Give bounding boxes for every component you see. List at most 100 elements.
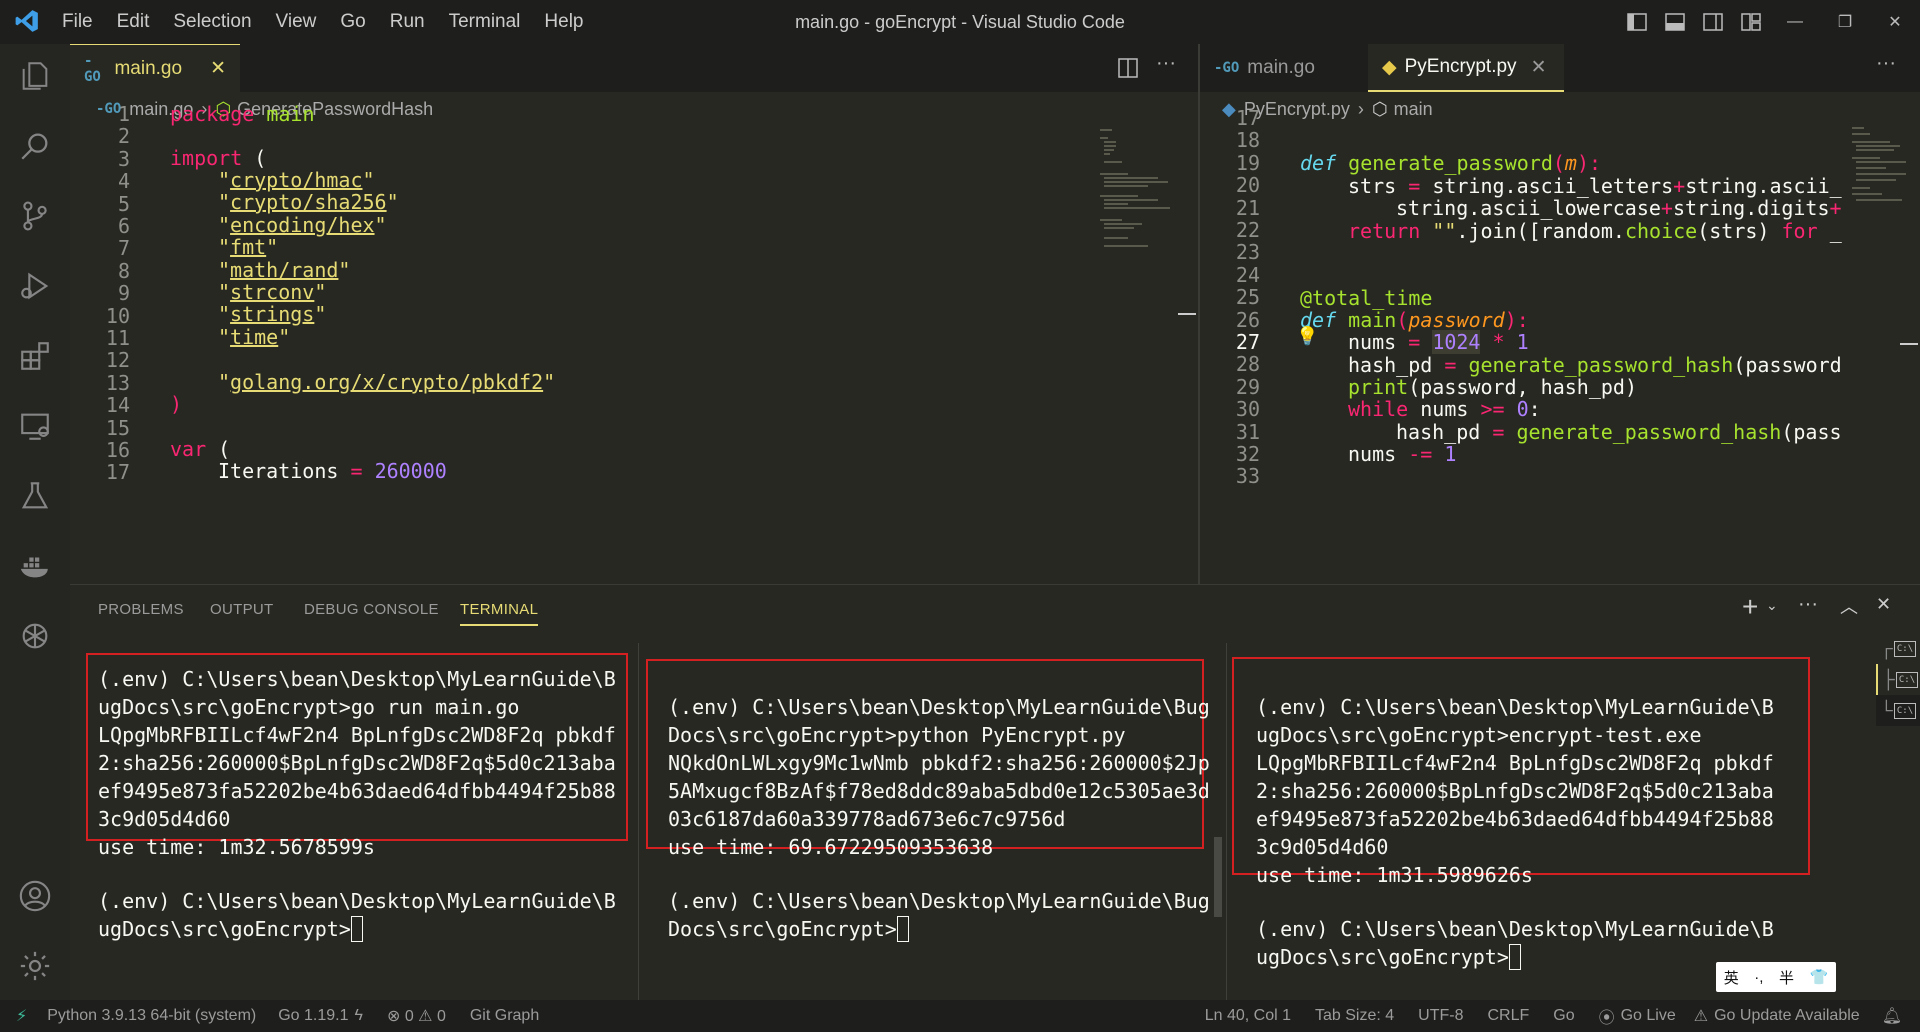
line-number: 32	[1235, 442, 1260, 466]
line-number: 22	[1235, 218, 1260, 242]
settings-gear-icon[interactable]	[0, 936, 70, 996]
remote-explorer-icon[interactable]	[0, 396, 70, 456]
code-line: var (	[170, 437, 231, 461]
warning-icon: ⚠	[1693, 1008, 1709, 1025]
lightbulb-icon[interactable]: 💡	[1296, 326, 1318, 347]
status-tab-size[interactable]: Tab Size: 4	[1315, 1007, 1394, 1025]
menu-help[interactable]: Help	[544, 11, 583, 33]
more-actions-icon[interactable]: ···	[1798, 593, 1818, 616]
line-number: 20	[1235, 173, 1260, 198]
close-tab-icon[interactable]: ✕	[1531, 56, 1547, 79]
status-cursor-position[interactable]: Ln 40, Col 1	[1205, 1007, 1291, 1025]
ime-width[interactable]: 半	[1779, 967, 1794, 988]
tab-output[interactable]: OUTPUT	[210, 601, 273, 618]
right-tab-bar: -GO main.go ◆ PyEncrypt.py ✕ ···	[1200, 44, 1920, 92]
line-number: 24	[1235, 262, 1260, 287]
close-window-icon[interactable]: ✕	[1870, 12, 1920, 32]
status-language[interactable]: Go	[1553, 1007, 1574, 1025]
more-actions-icon[interactable]: ···	[1156, 52, 1176, 75]
maximize-panel-icon[interactable]: ︿	[1840, 593, 1858, 619]
menu-terminal[interactable]: Terminal	[449, 11, 521, 33]
line-number: 29	[1235, 374, 1260, 399]
toggle-panel-icon[interactable]	[1656, 13, 1694, 31]
terminal-cursor	[350, 916, 363, 942]
line-number: 17	[105, 460, 130, 485]
customize-layout-icon[interactable]	[1732, 13, 1770, 31]
code-line: return "".join([random.choice(strs) for …	[1348, 219, 1842, 243]
line-number: 26	[1235, 307, 1260, 332]
status-go-update[interactable]: Go Update Available	[1714, 1007, 1860, 1025]
terminal-split-divider[interactable]	[638, 643, 639, 1001]
openai-icon[interactable]	[0, 606, 70, 666]
extensions-icon[interactable]	[0, 326, 70, 386]
minimap[interactable]	[1850, 124, 1910, 244]
menu-run[interactable]: Run	[390, 11, 425, 33]
code-line: strs = string.ascii_letters+string.ascii…	[1348, 174, 1842, 198]
ime-toolbar[interactable]: 英 ·, 半 👕	[1716, 962, 1836, 992]
ime-punctuation[interactable]: ·,	[1754, 969, 1763, 986]
chevron-down-icon[interactable]: ⌄	[1766, 597, 1778, 614]
line-number: 19	[1235, 150, 1260, 175]
tab-problems[interactable]: PROBLEMS	[98, 601, 184, 618]
terminal-2-prompt[interactable]: (.env) C:\Users\bean\Desktop\MyLearnGuid…	[668, 887, 1210, 943]
terminal-list-item[interactable]: └C:\cmd	[1876, 695, 1920, 726]
code-line: string.ascii_lowercase+string.digits+	[1396, 196, 1842, 220]
line-number: 33	[1235, 464, 1260, 489]
status-go-version[interactable]: Go 1.19.1	[278, 1007, 348, 1025]
accounts-icon[interactable]	[0, 866, 70, 926]
window-controls: — ❐ ✕	[1618, 0, 1920, 44]
notifications-bell-icon[interactable]: 🔔︎	[1882, 1006, 1902, 1026]
terminal-cursor	[1508, 944, 1521, 970]
new-terminal-icon[interactable]: +	[1742, 591, 1758, 623]
menu-selection[interactable]: Selection	[173, 11, 251, 33]
minimize-icon[interactable]: —	[1770, 13, 1820, 31]
explorer-icon[interactable]	[0, 46, 70, 106]
menu-file[interactable]: File	[62, 11, 93, 33]
maximize-icon[interactable]: ❐	[1820, 12, 1870, 32]
status-go-live[interactable]: Go Live	[1621, 1007, 1676, 1025]
terminal-list-item[interactable]: ├C:\cmd	[1876, 664, 1920, 695]
menu-edit[interactable]: Edit	[117, 11, 150, 33]
terminal-3-output: (.env) C:\Users\bean\Desktop\MyLearnGuid…	[1256, 695, 1774, 887]
status-encoding[interactable]: UTF-8	[1418, 1007, 1463, 1025]
menu-go[interactable]: Go	[340, 11, 365, 33]
terminal-scrollbar[interactable]	[1214, 837, 1222, 917]
tab-terminal[interactable]: TERMINAL	[460, 601, 539, 626]
run-debug-icon[interactable]	[0, 256, 70, 316]
terminal-list-item[interactable]: ┌C:\cmd	[1876, 633, 1920, 664]
menu-view[interactable]: View	[276, 11, 317, 33]
minimap[interactable]	[1098, 126, 1188, 256]
split-editor-icon[interactable]	[1118, 58, 1138, 83]
more-actions-icon[interactable]: ···	[1876, 52, 1896, 75]
code-line: @total_time	[1300, 286, 1433, 310]
toggle-secondary-sidebar-icon[interactable]	[1694, 13, 1732, 31]
line-number: 13	[105, 370, 130, 395]
status-problems[interactable]: ⊗ 0 ⚠ 0	[387, 1006, 446, 1026]
tab-main-go[interactable]: -GO main.go	[1200, 44, 1368, 92]
close-panel-icon[interactable]: ✕	[1876, 594, 1891, 615]
testing-icon[interactable]	[0, 466, 70, 526]
ime-language[interactable]: 英	[1724, 967, 1739, 988]
search-icon[interactable]	[0, 116, 70, 176]
terminal-split-divider[interactable]	[1226, 643, 1227, 1001]
status-python[interactable]: Python 3.9.13 64-bit (system)	[47, 1007, 256, 1025]
tab-main-go[interactable]: -GO main.go ✕	[70, 44, 240, 92]
terminal-3-prompt[interactable]: (.env) C:\Users\bean\Desktop\MyLearnGuid…	[1256, 915, 1774, 971]
code-line: )	[170, 392, 183, 416]
close-tab-icon[interactable]: ✕	[210, 57, 226, 80]
status-git-graph[interactable]: Git Graph	[470, 1007, 539, 1025]
remote-indicator-icon[interactable]: ⚡	[16, 1006, 27, 1026]
terminal-1-prompt[interactable]: (.env) C:\Users\bean\Desktop\MyLearnGuid…	[98, 887, 616, 943]
breadcrumb-symbol[interactable]: main	[1394, 99, 1433, 120]
line-number: 12	[105, 348, 130, 373]
status-eol[interactable]: CRLF	[1487, 1007, 1529, 1025]
source-control-icon[interactable]	[0, 186, 70, 246]
tab-debug-console[interactable]: DEBUG CONSOLE	[304, 601, 439, 618]
tab-pyencrypt-py[interactable]: ◆ PyEncrypt.py ✕	[1368, 44, 1564, 92]
code-line: package main	[170, 102, 315, 126]
ime-skin-icon[interactable]: 👕	[1810, 968, 1829, 986]
line-number: 10	[105, 303, 130, 328]
toggle-primary-sidebar-icon[interactable]	[1618, 13, 1656, 31]
docker-icon[interactable]	[0, 536, 70, 596]
tab-label: main.go	[1247, 57, 1315, 78]
